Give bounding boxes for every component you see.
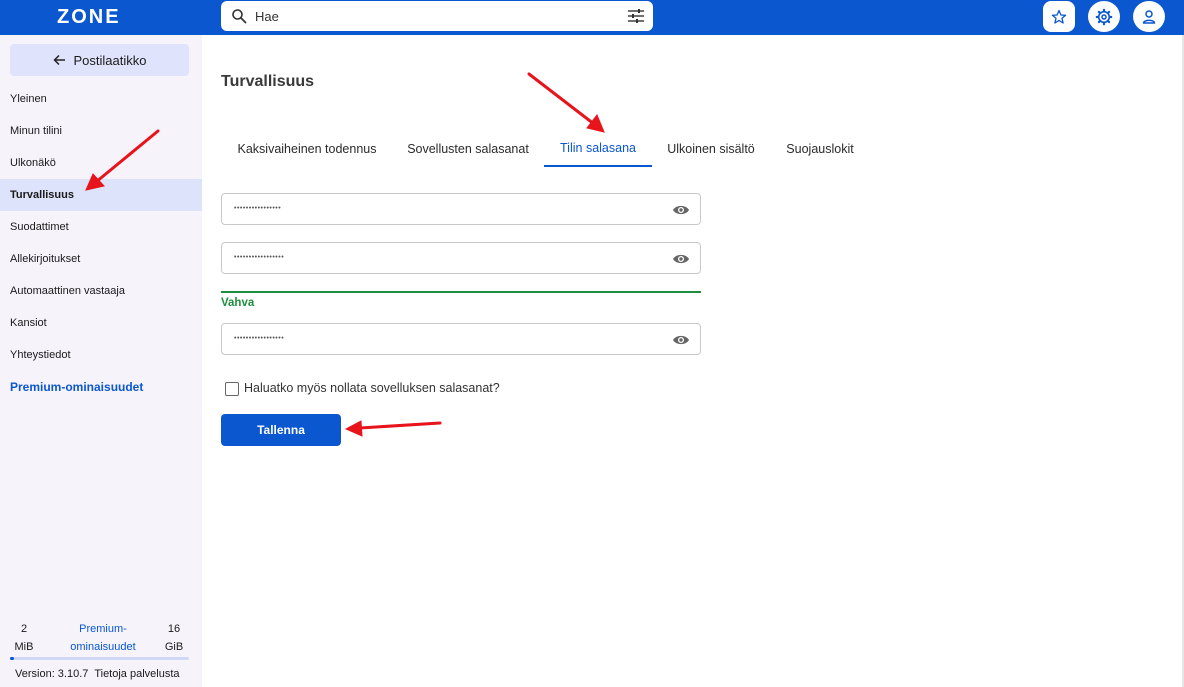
annotation-arrowhead-save (344, 420, 363, 437)
quota-progress-bar (10, 657, 189, 660)
version-text: Version: 3.10.7 (15, 668, 89, 680)
tab-security-logs[interactable]: Suojauslokit (770, 131, 870, 167)
sidebar-item-label: Yleinen (10, 93, 47, 105)
eye-icon[interactable] (672, 203, 690, 217)
back-button-label: Postilaatikko (73, 52, 147, 68)
sidebar-item-label: Minun tilini (10, 125, 62, 137)
quota-premium-line1: Premium- (79, 623, 127, 635)
gear-icon (1095, 8, 1113, 25)
sidebar-item-my-account[interactable]: Minun tilini (0, 115, 202, 147)
confirm-password-value: ••••••••••••••••• (234, 335, 285, 342)
user-icon (1142, 9, 1156, 24)
logo-text: ZONE (57, 6, 121, 26)
quota-total-unit: GiB (164, 641, 184, 653)
sidebar-item-general[interactable]: Yleinen (0, 83, 202, 115)
sidebar-item-signatures[interactable]: Allekirjoitukset (0, 243, 202, 275)
sidebar-item-label: Yhteystiedot (10, 349, 71, 361)
tab-external-content[interactable]: Ulkoinen sisältö (652, 131, 770, 167)
filter-sliders-icon[interactable] (627, 8, 645, 24)
quota-total: 16 GiB (160, 620, 188, 656)
back-to-inbox-button[interactable]: Postilaatikko (10, 44, 189, 76)
reset-app-passwords-checkbox[interactable] (225, 382, 239, 396)
sidebar-item-label: Turvallisuus (10, 189, 74, 201)
search-icon (232, 9, 247, 24)
annotation-arrowhead-tab (586, 114, 605, 133)
sidebar-item-contacts[interactable]: Yhteystiedot (0, 339, 202, 371)
quota-premium-link[interactable]: Premium- ominaisuudet (55, 620, 151, 656)
annotation-arrow-tab (527, 72, 596, 126)
save-button[interactable]: Tallenna (221, 414, 341, 446)
sidebar-item-label: Ulkonäkö (10, 157, 56, 169)
account-button[interactable] (1133, 1, 1165, 32)
sidebar-item-folders[interactable]: Kansiot (0, 307, 202, 339)
quota-used-unit: MiB (14, 641, 34, 653)
star-icon (1051, 9, 1067, 24)
sidebar-item-label: Suodattimet (10, 221, 69, 233)
zone-logo[interactable]: ZONE (57, 6, 137, 26)
sidebar-item-auto-reply[interactable]: Automaattinen vastaaja (0, 275, 202, 307)
arrow-left-icon (52, 54, 65, 66)
tab-app-passwords[interactable]: Sovellusten salasanat (393, 131, 543, 167)
quota-total-value: 16 (167, 623, 181, 635)
tab-account-password[interactable]: Tilin salasana (544, 131, 652, 167)
password-strength-bar (221, 291, 701, 293)
quota-used: 2 MiB (12, 620, 36, 656)
sidebar-item-premium[interactable]: Premium-ominaisuudet (0, 371, 202, 403)
eye-icon[interactable] (672, 252, 690, 266)
about-service-link[interactable]: Tietoja palvelusta (94, 668, 179, 680)
version-footer: Version: 3.10.7 Tietoja palvelusta (15, 668, 180, 680)
top-bar: ZONE Hae (0, 0, 1184, 35)
sidebar-item-label: Automaattinen vastaaja (10, 285, 125, 297)
sidebar-item-label: Premium-ominaisuudet (10, 380, 144, 394)
sidebar-item-label: Kansiot (10, 317, 47, 329)
sidebar-item-filters[interactable]: Suodattimet (0, 211, 202, 243)
search-input[interactable]: Hae (255, 9, 279, 24)
quota-premium-line2: ominaisuudet (70, 641, 136, 653)
quota-progress-fill (10, 657, 14, 660)
password-strength-label: Vahva (221, 297, 255, 309)
confirm-password-field[interactable]: ••••••••••••••••• (221, 323, 701, 355)
annotation-arrow-save (358, 421, 442, 430)
tab-two-factor[interactable]: Kaksivaiheinen todennus (221, 131, 393, 167)
search-bar[interactable]: Hae (221, 1, 653, 31)
new-password-value: ••••••••••••••••• (234, 254, 285, 261)
sidebar-item-appearance[interactable]: Ulkonäkö (0, 147, 202, 179)
settings-sidebar: Postilaatikko Yleinen Minun tilini Ulkon… (0, 35, 202, 687)
eye-icon[interactable] (672, 333, 690, 347)
sidebar-item-label: Allekirjoitukset (10, 253, 81, 265)
page-title: Turvallisuus (221, 73, 315, 90)
favorites-button[interactable] (1043, 1, 1075, 32)
current-password-field[interactable]: •••••••••••••••• (221, 193, 701, 225)
sidebar-item-security[interactable]: Turvallisuus (0, 179, 202, 211)
current-password-value: •••••••••••••••• (234, 205, 282, 212)
reset-app-passwords-label[interactable]: Haluatko myös nollata sovelluksen salasa… (244, 381, 500, 395)
settings-button[interactable] (1088, 1, 1120, 32)
quota-used-value: 2 (20, 623, 28, 635)
new-password-field[interactable]: ••••••••••••••••• (221, 242, 701, 274)
